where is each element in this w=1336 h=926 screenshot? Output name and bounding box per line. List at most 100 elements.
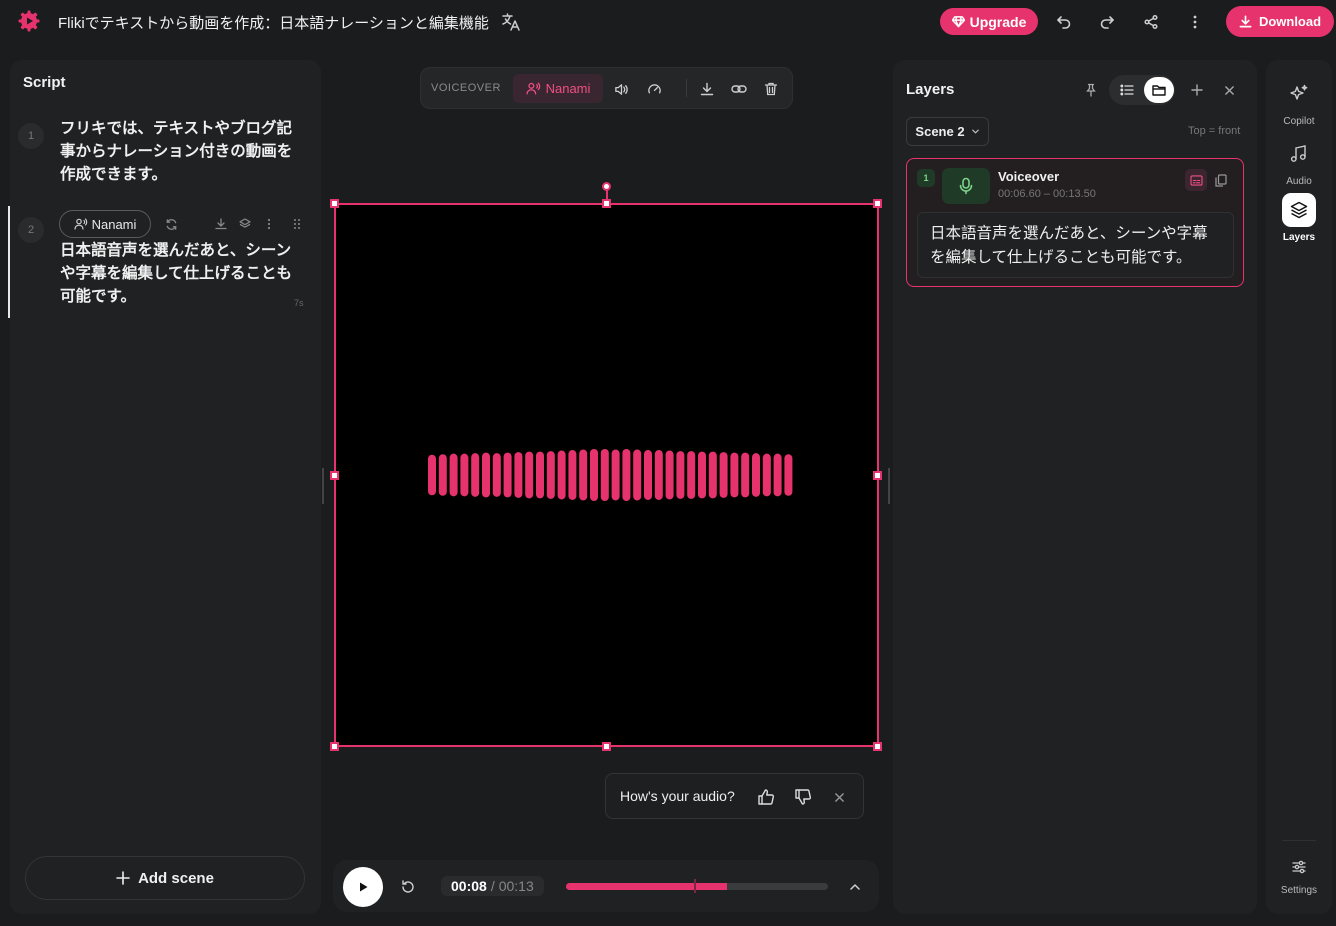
undo-icon[interactable] <box>1053 11 1075 33</box>
scene-2-text[interactable]: 日本語音声を選んだあと、シーンや字幕を編集して仕上げることも可能です。 <box>60 239 305 308</box>
rail-divider <box>1282 840 1316 841</box>
plus-icon <box>116 871 130 885</box>
timeline-track[interactable] <box>566 883 828 890</box>
document-title[interactable]: Flikiでテキストから動画を作成：日本語ナレーションと編集機能 <box>58 12 489 33</box>
waveform-bar <box>503 452 512 498</box>
voiceover-label: VOICEOVER <box>431 82 501 94</box>
total-time: 00:13 <box>498 878 534 894</box>
waveform-bar <box>741 452 750 498</box>
layers-view-toggle <box>1109 75 1175 105</box>
chevron-up-icon[interactable] <box>846 878 864 896</box>
speed-icon[interactable] <box>645 80 663 98</box>
delete-icon[interactable] <box>762 80 780 98</box>
rail-label-settings: Settings <box>1280 885 1318 896</box>
scene-select-value: Scene 2 <box>915 124 965 139</box>
waveform-bar <box>644 450 652 500</box>
scene-select[interactable]: Scene 2 <box>906 117 989 146</box>
layer-time-range: 00:06.60 – 00:13.50 <box>998 188 1096 200</box>
audio-waveform[interactable] <box>336 205 877 745</box>
rail-item-audio[interactable]: Audio <box>1266 137 1332 187</box>
duplicate-icon[interactable] <box>1212 171 1230 189</box>
chevron-down-icon <box>971 127 980 136</box>
resize-handle-left[interactable] <box>330 471 339 480</box>
waveform-bar <box>536 451 544 499</box>
translate-icon[interactable] <box>500 11 522 33</box>
thumbs-up-icon[interactable] <box>756 787 776 807</box>
waveform-bar <box>449 453 458 497</box>
play-icon <box>357 881 369 893</box>
scene-layers-icon[interactable] <box>238 217 252 231</box>
active-scene-indicator <box>8 206 10 318</box>
redo-icon[interactable] <box>1096 11 1118 33</box>
regenerate-icon[interactable] <box>164 217 178 231</box>
resize-handle-right[interactable] <box>873 471 882 480</box>
scene-1-text[interactable]: フリキでは、テキストやブログ記事からナレーション付きの動画を作成できます。 <box>60 117 305 186</box>
waveform-bar <box>471 453 480 497</box>
drag-handle-icon[interactable] <box>290 217 304 231</box>
replay-icon[interactable] <box>398 877 418 897</box>
waveform-bar <box>428 454 436 496</box>
add-layer-icon[interactable] <box>1187 80 1207 100</box>
rail-item-layers[interactable]: Layers <box>1266 193 1332 243</box>
folder-view-icon[interactable] <box>1144 77 1174 103</box>
resize-handle-top[interactable] <box>602 199 611 208</box>
rail-item-copilot[interactable]: Copilot <box>1266 77 1332 127</box>
waveform-bar <box>708 451 717 499</box>
scene-duration: 7s <box>294 298 304 308</box>
list-view-icon[interactable] <box>1112 77 1142 103</box>
diamond-icon <box>951 15 965 28</box>
resize-handle-bottom[interactable] <box>602 742 611 751</box>
scene-voice-chip[interactable]: Nanami <box>59 210 151 238</box>
rail-item-settings[interactable]: Settings <box>1266 854 1332 896</box>
video-canvas[interactable] <box>334 203 879 747</box>
rail-label-copilot: Copilot <box>1283 116 1315 127</box>
waveform-bar <box>514 452 523 498</box>
share-icon[interactable] <box>1140 11 1162 33</box>
pin-icon[interactable] <box>1081 80 1101 100</box>
scene-download-icon[interactable] <box>214 217 228 231</box>
close-panel-icon[interactable] <box>1219 80 1239 100</box>
layer-caption-text[interactable]: 日本語音声を選んだあと、シーンや字幕を編集して仕上げることも可能です。 <box>917 212 1234 278</box>
layer-order-hint: Top = front <box>1188 125 1241 137</box>
voiceover-layer-card[interactable]: 1 Voiceover 00:06.60 – 00:13.50 日本語音声を選ん… <box>906 158 1244 287</box>
music-note-icon <box>1282 137 1316 171</box>
voice-select-button[interactable]: Nanami <box>513 74 603 103</box>
left-panel-resize-grip[interactable] <box>322 468 324 504</box>
voice-person-icon <box>526 81 541 96</box>
volume-icon[interactable] <box>612 80 630 98</box>
close-feedback-icon[interactable] <box>829 787 849 807</box>
voiceover-download-icon[interactable] <box>698 80 716 98</box>
add-scene-button[interactable]: Add scene <box>25 856 305 900</box>
upgrade-button[interactable]: Upgrade <box>940 8 1038 35</box>
waveform-bar <box>611 449 620 501</box>
scene-1-number: 1 <box>18 123 44 149</box>
more-options-icon[interactable] <box>1184 11 1206 33</box>
resize-handle-top-left[interactable] <box>330 199 339 208</box>
timeline-progress <box>566 883 728 890</box>
rail-label-audio: Audio <box>1286 176 1312 187</box>
thumbs-down-icon[interactable] <box>793 787 813 807</box>
voice-person-icon <box>73 217 88 231</box>
waveform-bar <box>525 451 534 499</box>
waveform-bar <box>600 449 609 501</box>
scene-more-icon[interactable] <box>262 217 276 231</box>
link-icon[interactable] <box>730 80 748 98</box>
layer-name: Voiceover <box>998 169 1060 184</box>
voiceover-toolbar: VOICEOVER Nanami <box>420 67 793 109</box>
resize-handle-top-right[interactable] <box>873 199 882 208</box>
fliki-logo-icon[interactable] <box>18 10 40 32</box>
right-panel-resize-grip[interactable] <box>888 468 890 504</box>
waveform-bar <box>482 452 490 498</box>
time-display: 00:08 / 00:13 <box>441 876 544 896</box>
rotate-handle[interactable] <box>602 182 611 191</box>
resize-handle-bottom-left[interactable] <box>330 742 339 751</box>
captions-icon[interactable] <box>1185 169 1207 191</box>
play-button[interactable] <box>343 867 383 907</box>
waveform-bar <box>579 449 588 501</box>
waveform-bar <box>654 450 663 500</box>
time-separator: / <box>490 878 495 894</box>
download-button[interactable]: Download <box>1226 6 1334 37</box>
resize-handle-bottom-right[interactable] <box>873 742 882 751</box>
waveform-bar <box>568 450 577 500</box>
feedback-question: How's your audio? <box>620 788 735 804</box>
